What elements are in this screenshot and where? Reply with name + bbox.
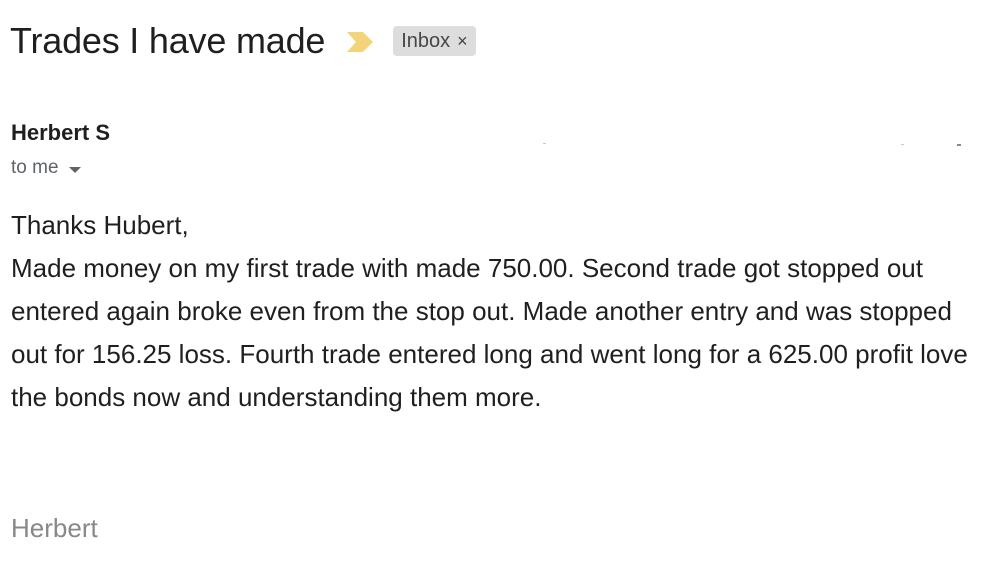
remove-label-icon[interactable]: × — [457, 26, 468, 56]
sender-name[interactable]: Herbert S — [11, 119, 110, 147]
divider-mark — [543, 143, 546, 144]
dropdown-arrow-icon[interactable] — [68, 167, 81, 173]
label-text: Inbox — [401, 30, 451, 52]
email-signature: Herbert — [11, 513, 98, 543]
email-subject: Trades I have made — [10, 20, 326, 61]
recipient-details-toggle[interactable]: to me — [11, 155, 81, 181]
divider-mark — [957, 144, 961, 146]
inbox-label-chip[interactable]: Inbox × — [393, 26, 476, 56]
email-body: Thanks Hubert, Made money on my first tr… — [11, 204, 986, 419]
importance-chevron-icon[interactable] — [345, 30, 375, 54]
recipient-summary: to me — [11, 157, 59, 178]
email-message: Made money on my first trade with made 7… — [11, 253, 968, 412]
email-header: Trades I have made Inbox × — [10, 18, 476, 64]
divider-mark — [901, 144, 904, 145]
email-greeting: Thanks Hubert, — [11, 210, 189, 240]
